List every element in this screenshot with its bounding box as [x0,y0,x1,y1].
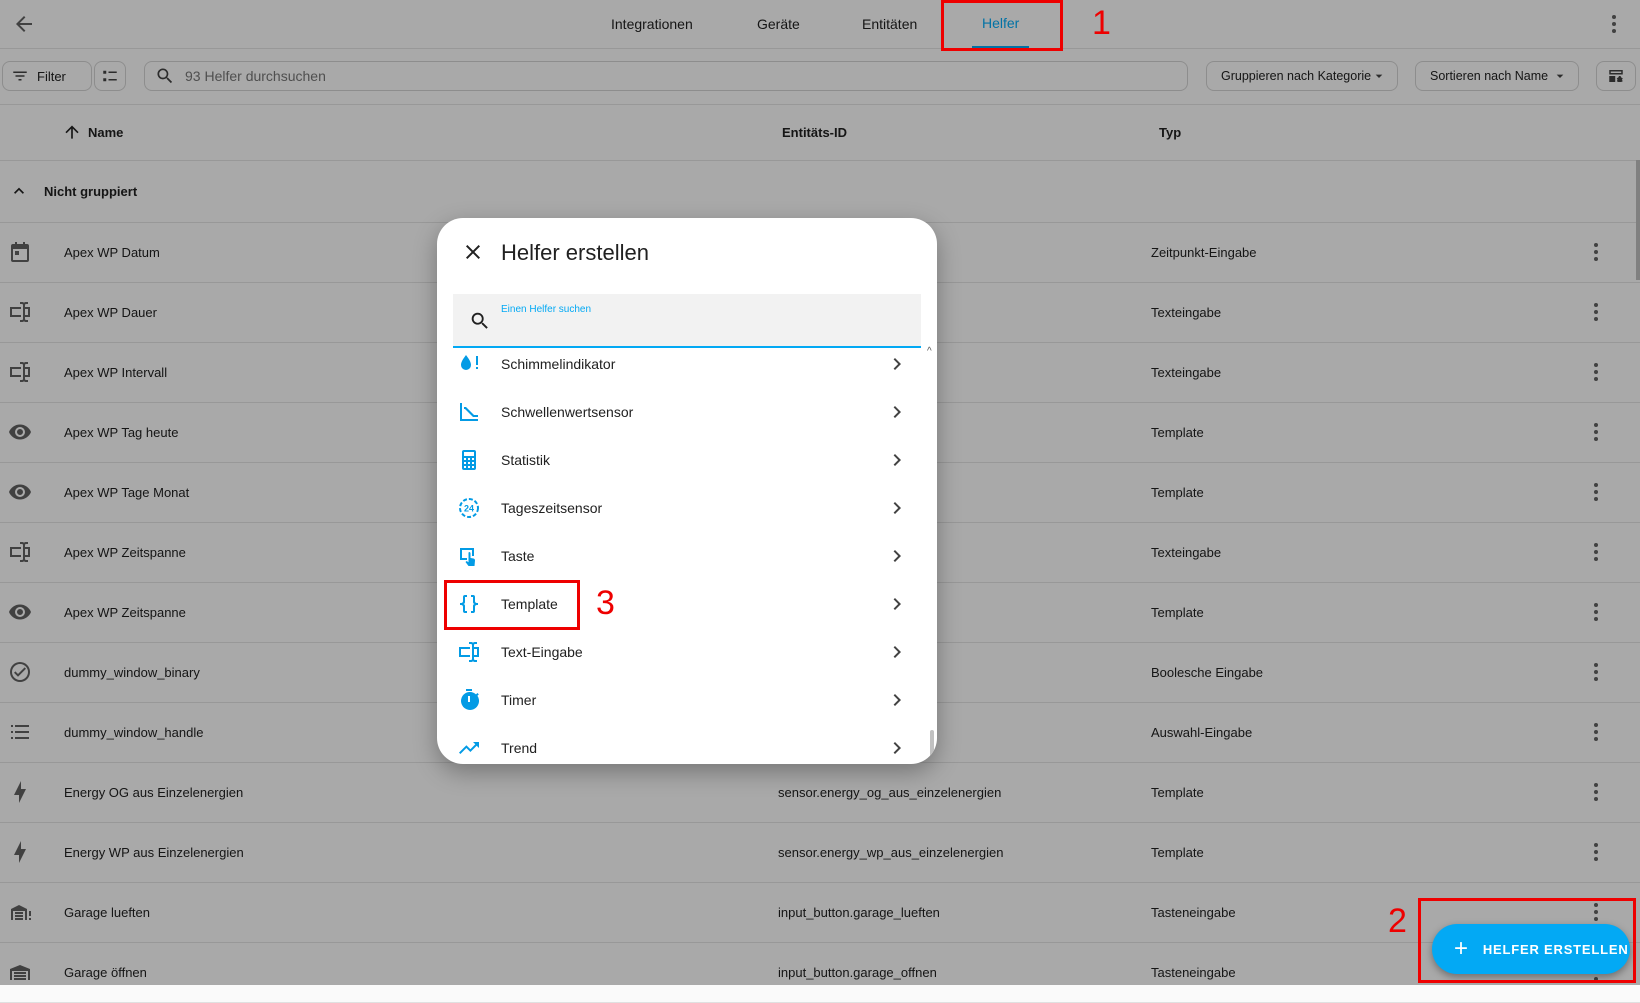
mold-icon [457,352,481,376]
textbox-icon [457,640,481,664]
dialog-scrollbar[interactable] [930,730,934,764]
annotation-label-2: 2 [1388,902,1407,940]
app-root: Integrationen Geräte Entitäten Helfer Fi… [0,0,1640,1003]
helper-type-item[interactable]: 24 Tageszeitsensor [437,484,907,532]
helper-type-item[interactable]: Timer [437,676,907,724]
annotation-box-2 [1418,898,1636,983]
annotation-box-1 [941,0,1063,51]
helper-type-label: Text-Eingabe [501,644,583,660]
helper-type-item[interactable]: Schimmelindikator [437,348,907,388]
helper-type-label: Taste [501,548,535,564]
chevron-right-icon [885,592,909,616]
helper-type-item[interactable]: Statistik [437,436,907,484]
create-helper-dialog: Helfer erstellen Einen Helfer suchen Sch… [437,218,937,764]
timer-icon [461,689,480,710]
threshold-icon [457,400,481,424]
helper-type-item[interactable]: Schwellenwertsensor [437,388,907,436]
helper-search-input[interactable]: Einen Helfer suchen [453,294,921,348]
chevron-right-icon [885,736,909,760]
helper-type-label: Statistik [501,452,551,468]
mold-icon [461,355,478,370]
annotation-box-3 [444,580,580,630]
chevron-right-icon [885,352,909,376]
svg-text:24: 24 [464,504,474,514]
trending-up-icon [457,736,481,760]
annotation-label-1: 1 [1092,4,1111,42]
timer-icon [457,688,481,712]
trending-up-icon [459,742,479,754]
helper-type-label: Timer [501,692,537,708]
helper-type-item[interactable]: Trend [437,724,907,764]
threshold-icon [460,403,478,421]
helper-type-item[interactable]: Taste [437,532,907,580]
close-icon [466,245,480,259]
dialog-close-button[interactable] [461,240,485,264]
chevron-right-icon [885,688,909,712]
chevron-right-icon [885,496,909,520]
helper-type-item[interactable]: Text-Eingabe [437,628,907,676]
chevron-right-icon [885,640,909,664]
gesture-tap-icon [460,548,476,566]
chevron-right-icon [885,544,909,568]
clock-24-icon: 24 [459,498,479,518]
chevron-right-icon [885,400,909,424]
helper-type-label: Tageszeitsensor [501,500,603,516]
annotation-label-3: 3 [596,584,615,622]
clock-24-icon: 24 [457,496,481,520]
dialog-title: Helfer erstellen [501,240,649,265]
helper-search-label: Einen Helfer suchen [501,304,592,315]
search-icon [471,312,488,329]
helper-type-list: Schimmelindikator Schwellenwertsensor Stat… [437,348,937,764]
chevron-right-icon [885,448,909,472]
helper-type-label: Schimmelindikator [501,356,616,372]
calculator-icon [462,450,476,470]
textbox-icon [459,642,479,662]
helper-type-label: Trend [501,740,538,756]
gesture-tap-icon [457,544,481,568]
calculator-icon [457,448,481,472]
helper-type-label: Schwellenwertsensor [501,404,634,420]
scroll-up-arrow[interactable]: ^ [927,346,932,357]
